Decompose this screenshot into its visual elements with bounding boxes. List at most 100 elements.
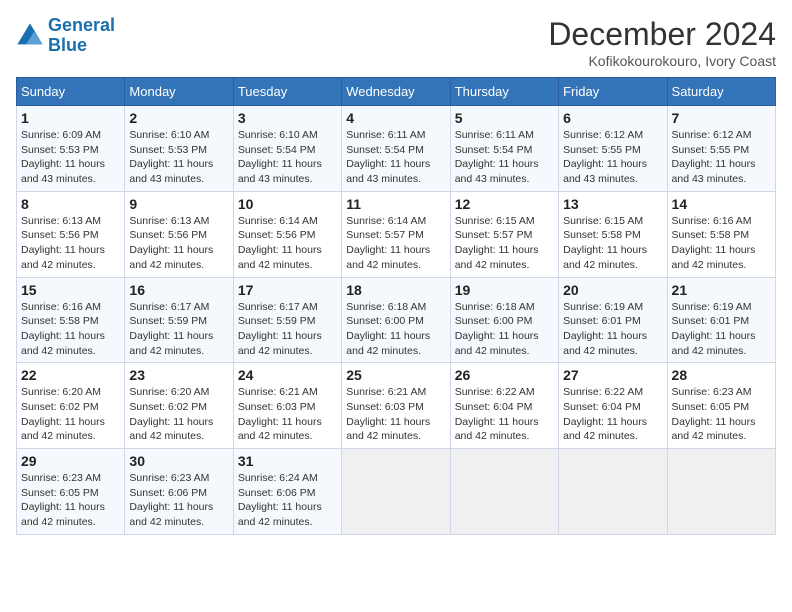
day-info: Sunrise: 6:19 AM Sunset: 6:01 PM Dayligh… [563, 300, 662, 359]
calendar-cell: 30 Sunrise: 6:23 AM Sunset: 6:06 PM Dayli… [125, 449, 233, 535]
day-info: Sunrise: 6:21 AM Sunset: 6:03 PM Dayligh… [346, 385, 445, 444]
month-title: December 2024 [548, 16, 776, 53]
day-number: 6 [563, 110, 662, 126]
day-info: Sunrise: 6:21 AM Sunset: 6:03 PM Dayligh… [238, 385, 337, 444]
calendar-cell: 8 Sunrise: 6:13 AM Sunset: 5:56 PM Daylig… [17, 191, 125, 277]
logo-text: General Blue [48, 16, 115, 56]
day-info: Sunrise: 6:15 AM Sunset: 5:57 PM Dayligh… [455, 214, 554, 273]
calendar-cell: 1 Sunrise: 6:09 AM Sunset: 5:53 PM Daylig… [17, 106, 125, 192]
day-number: 30 [129, 453, 228, 469]
day-info: Sunrise: 6:14 AM Sunset: 5:56 PM Dayligh… [238, 214, 337, 273]
weekday-header-saturday: Saturday [667, 78, 775, 106]
day-number: 19 [455, 282, 554, 298]
calendar-cell: 5 Sunrise: 6:11 AM Sunset: 5:54 PM Daylig… [450, 106, 558, 192]
calendar-cell: 12 Sunrise: 6:15 AM Sunset: 5:57 PM Dayli… [450, 191, 558, 277]
calendar-cell: 10 Sunrise: 6:14 AM Sunset: 5:56 PM Dayli… [233, 191, 341, 277]
calendar-cell: 26 Sunrise: 6:22 AM Sunset: 6:04 PM Dayli… [450, 363, 558, 449]
day-info: Sunrise: 6:12 AM Sunset: 5:55 PM Dayligh… [563, 128, 662, 187]
logo-blue: Blue [48, 35, 87, 55]
day-info: Sunrise: 6:15 AM Sunset: 5:58 PM Dayligh… [563, 214, 662, 273]
calendar-cell: 18Sunrise: 6:18 AM Sunset: 6:00 PM Dayli… [342, 277, 450, 363]
day-number: 14 [672, 196, 771, 212]
day-number: 21 [672, 282, 771, 298]
day-number: 5 [455, 110, 554, 126]
day-number: 8 [21, 196, 120, 212]
day-info: Sunrise: 6:13 AM Sunset: 5:56 PM Dayligh… [129, 214, 228, 273]
day-info: Sunrise: 6:09 AM Sunset: 5:53 PM Dayligh… [21, 128, 120, 187]
weekday-header-thursday: Thursday [450, 78, 558, 106]
calendar-cell: 22Sunrise: 6:20 AM Sunset: 6:02 PM Dayli… [17, 363, 125, 449]
calendar-cell: 21 Sunrise: 6:19 AM Sunset: 6:01 PM Dayli… [667, 277, 775, 363]
day-info: Sunrise: 6:17 AM Sunset: 5:59 PM Dayligh… [238, 300, 337, 359]
calendar-cell: 25Sunrise: 6:21 AM Sunset: 6:03 PM Dayli… [342, 363, 450, 449]
day-number: 12 [455, 196, 554, 212]
day-info: Sunrise: 6:23 AM Sunset: 6:05 PM Dayligh… [672, 385, 771, 444]
location: Kofikokourokouro, Ivory Coast [548, 53, 776, 69]
day-info: Sunrise: 6:24 AM Sunset: 6:06 PM Dayligh… [238, 471, 337, 530]
day-number: 23 [129, 367, 228, 383]
day-info: Sunrise: 6:13 AM Sunset: 5:56 PM Dayligh… [21, 214, 120, 273]
calendar-cell: 29 Sunrise: 6:23 AM Sunset: 6:05 PM Dayli… [17, 449, 125, 535]
calendar-cell: 15Sunrise: 6:16 AM Sunset: 5:58 PM Dayli… [17, 277, 125, 363]
day-number: 26 [455, 367, 554, 383]
calendar-cell: 19 Sunrise: 6:18 AM Sunset: 6:00 PM Dayli… [450, 277, 558, 363]
calendar-cell: 31Sunrise: 6:24 AM Sunset: 6:06 PM Dayli… [233, 449, 341, 535]
day-info: Sunrise: 6:14 AM Sunset: 5:57 PM Dayligh… [346, 214, 445, 273]
calendar-week-4: 22Sunrise: 6:20 AM Sunset: 6:02 PM Dayli… [17, 363, 776, 449]
calendar-cell: 11 Sunrise: 6:14 AM Sunset: 5:57 PM Dayli… [342, 191, 450, 277]
day-info: Sunrise: 6:18 AM Sunset: 6:00 PM Dayligh… [346, 300, 445, 359]
weekday-header-wednesday: Wednesday [342, 78, 450, 106]
header: General Blue December 2024 Kofikokouroko… [16, 16, 776, 69]
day-info: Sunrise: 6:18 AM Sunset: 6:00 PM Dayligh… [455, 300, 554, 359]
weekday-header-row: SundayMondayTuesdayWednesdayThursdayFrid… [17, 78, 776, 106]
day-info: Sunrise: 6:16 AM Sunset: 5:58 PM Dayligh… [21, 300, 120, 359]
day-info: Sunrise: 6:16 AM Sunset: 5:58 PM Dayligh… [672, 214, 771, 273]
calendar-week-1: 1 Sunrise: 6:09 AM Sunset: 5:53 PM Daylig… [17, 106, 776, 192]
day-number: 2 [129, 110, 228, 126]
day-number: 9 [129, 196, 228, 212]
logo: General Blue [16, 16, 115, 56]
calendar-cell: 16 Sunrise: 6:17 AM Sunset: 5:59 PM Dayli… [125, 277, 233, 363]
calendar-cell [559, 449, 667, 535]
logo-general: General [48, 15, 115, 35]
calendar-cell: 14 Sunrise: 6:16 AM Sunset: 5:58 PM Dayli… [667, 191, 775, 277]
day-info: Sunrise: 6:11 AM Sunset: 5:54 PM Dayligh… [346, 128, 445, 187]
calendar-cell: 17 Sunrise: 6:17 AM Sunset: 5:59 PM Dayli… [233, 277, 341, 363]
day-number: 7 [672, 110, 771, 126]
day-info: Sunrise: 6:23 AM Sunset: 6:05 PM Dayligh… [21, 471, 120, 530]
day-number: 4 [346, 110, 445, 126]
calendar-cell: 6 Sunrise: 6:12 AM Sunset: 5:55 PM Daylig… [559, 106, 667, 192]
day-info: Sunrise: 6:20 AM Sunset: 6:02 PM Dayligh… [129, 385, 228, 444]
calendar-cell: 4 Sunrise: 6:11 AM Sunset: 5:54 PM Daylig… [342, 106, 450, 192]
calendar-week-3: 15Sunrise: 6:16 AM Sunset: 5:58 PM Dayli… [17, 277, 776, 363]
day-number: 11 [346, 196, 445, 212]
weekday-header-sunday: Sunday [17, 78, 125, 106]
day-info: Sunrise: 6:17 AM Sunset: 5:59 PM Dayligh… [129, 300, 228, 359]
day-number: 1 [21, 110, 120, 126]
weekday-header-tuesday: Tuesday [233, 78, 341, 106]
day-info: Sunrise: 6:12 AM Sunset: 5:55 PM Dayligh… [672, 128, 771, 187]
logo-icon [16, 22, 44, 50]
day-info: Sunrise: 6:19 AM Sunset: 6:01 PM Dayligh… [672, 300, 771, 359]
title-area: December 2024 Kofikokourokouro, Ivory Co… [548, 16, 776, 69]
day-number: 20 [563, 282, 662, 298]
calendar-cell: 20 Sunrise: 6:19 AM Sunset: 6:01 PM Dayli… [559, 277, 667, 363]
day-number: 17 [238, 282, 337, 298]
calendar-table: SundayMondayTuesdayWednesdayThursdayFrid… [16, 77, 776, 535]
calendar-cell: 9 Sunrise: 6:13 AM Sunset: 5:56 PM Daylig… [125, 191, 233, 277]
calendar-cell [667, 449, 775, 535]
day-number: 3 [238, 110, 337, 126]
day-info: Sunrise: 6:10 AM Sunset: 5:54 PM Dayligh… [238, 128, 337, 187]
calendar-week-2: 8 Sunrise: 6:13 AM Sunset: 5:56 PM Daylig… [17, 191, 776, 277]
day-info: Sunrise: 6:23 AM Sunset: 6:06 PM Dayligh… [129, 471, 228, 530]
day-number: 10 [238, 196, 337, 212]
day-number: 27 [563, 367, 662, 383]
weekday-header-friday: Friday [559, 78, 667, 106]
day-info: Sunrise: 6:22 AM Sunset: 6:04 PM Dayligh… [455, 385, 554, 444]
day-number: 16 [129, 282, 228, 298]
calendar-cell: 28Sunrise: 6:23 AM Sunset: 6:05 PM Dayli… [667, 363, 775, 449]
day-number: 29 [21, 453, 120, 469]
calendar-cell: 7 Sunrise: 6:12 AM Sunset: 5:55 PM Daylig… [667, 106, 775, 192]
day-info: Sunrise: 6:11 AM Sunset: 5:54 PM Dayligh… [455, 128, 554, 187]
day-info: Sunrise: 6:20 AM Sunset: 6:02 PM Dayligh… [21, 385, 120, 444]
